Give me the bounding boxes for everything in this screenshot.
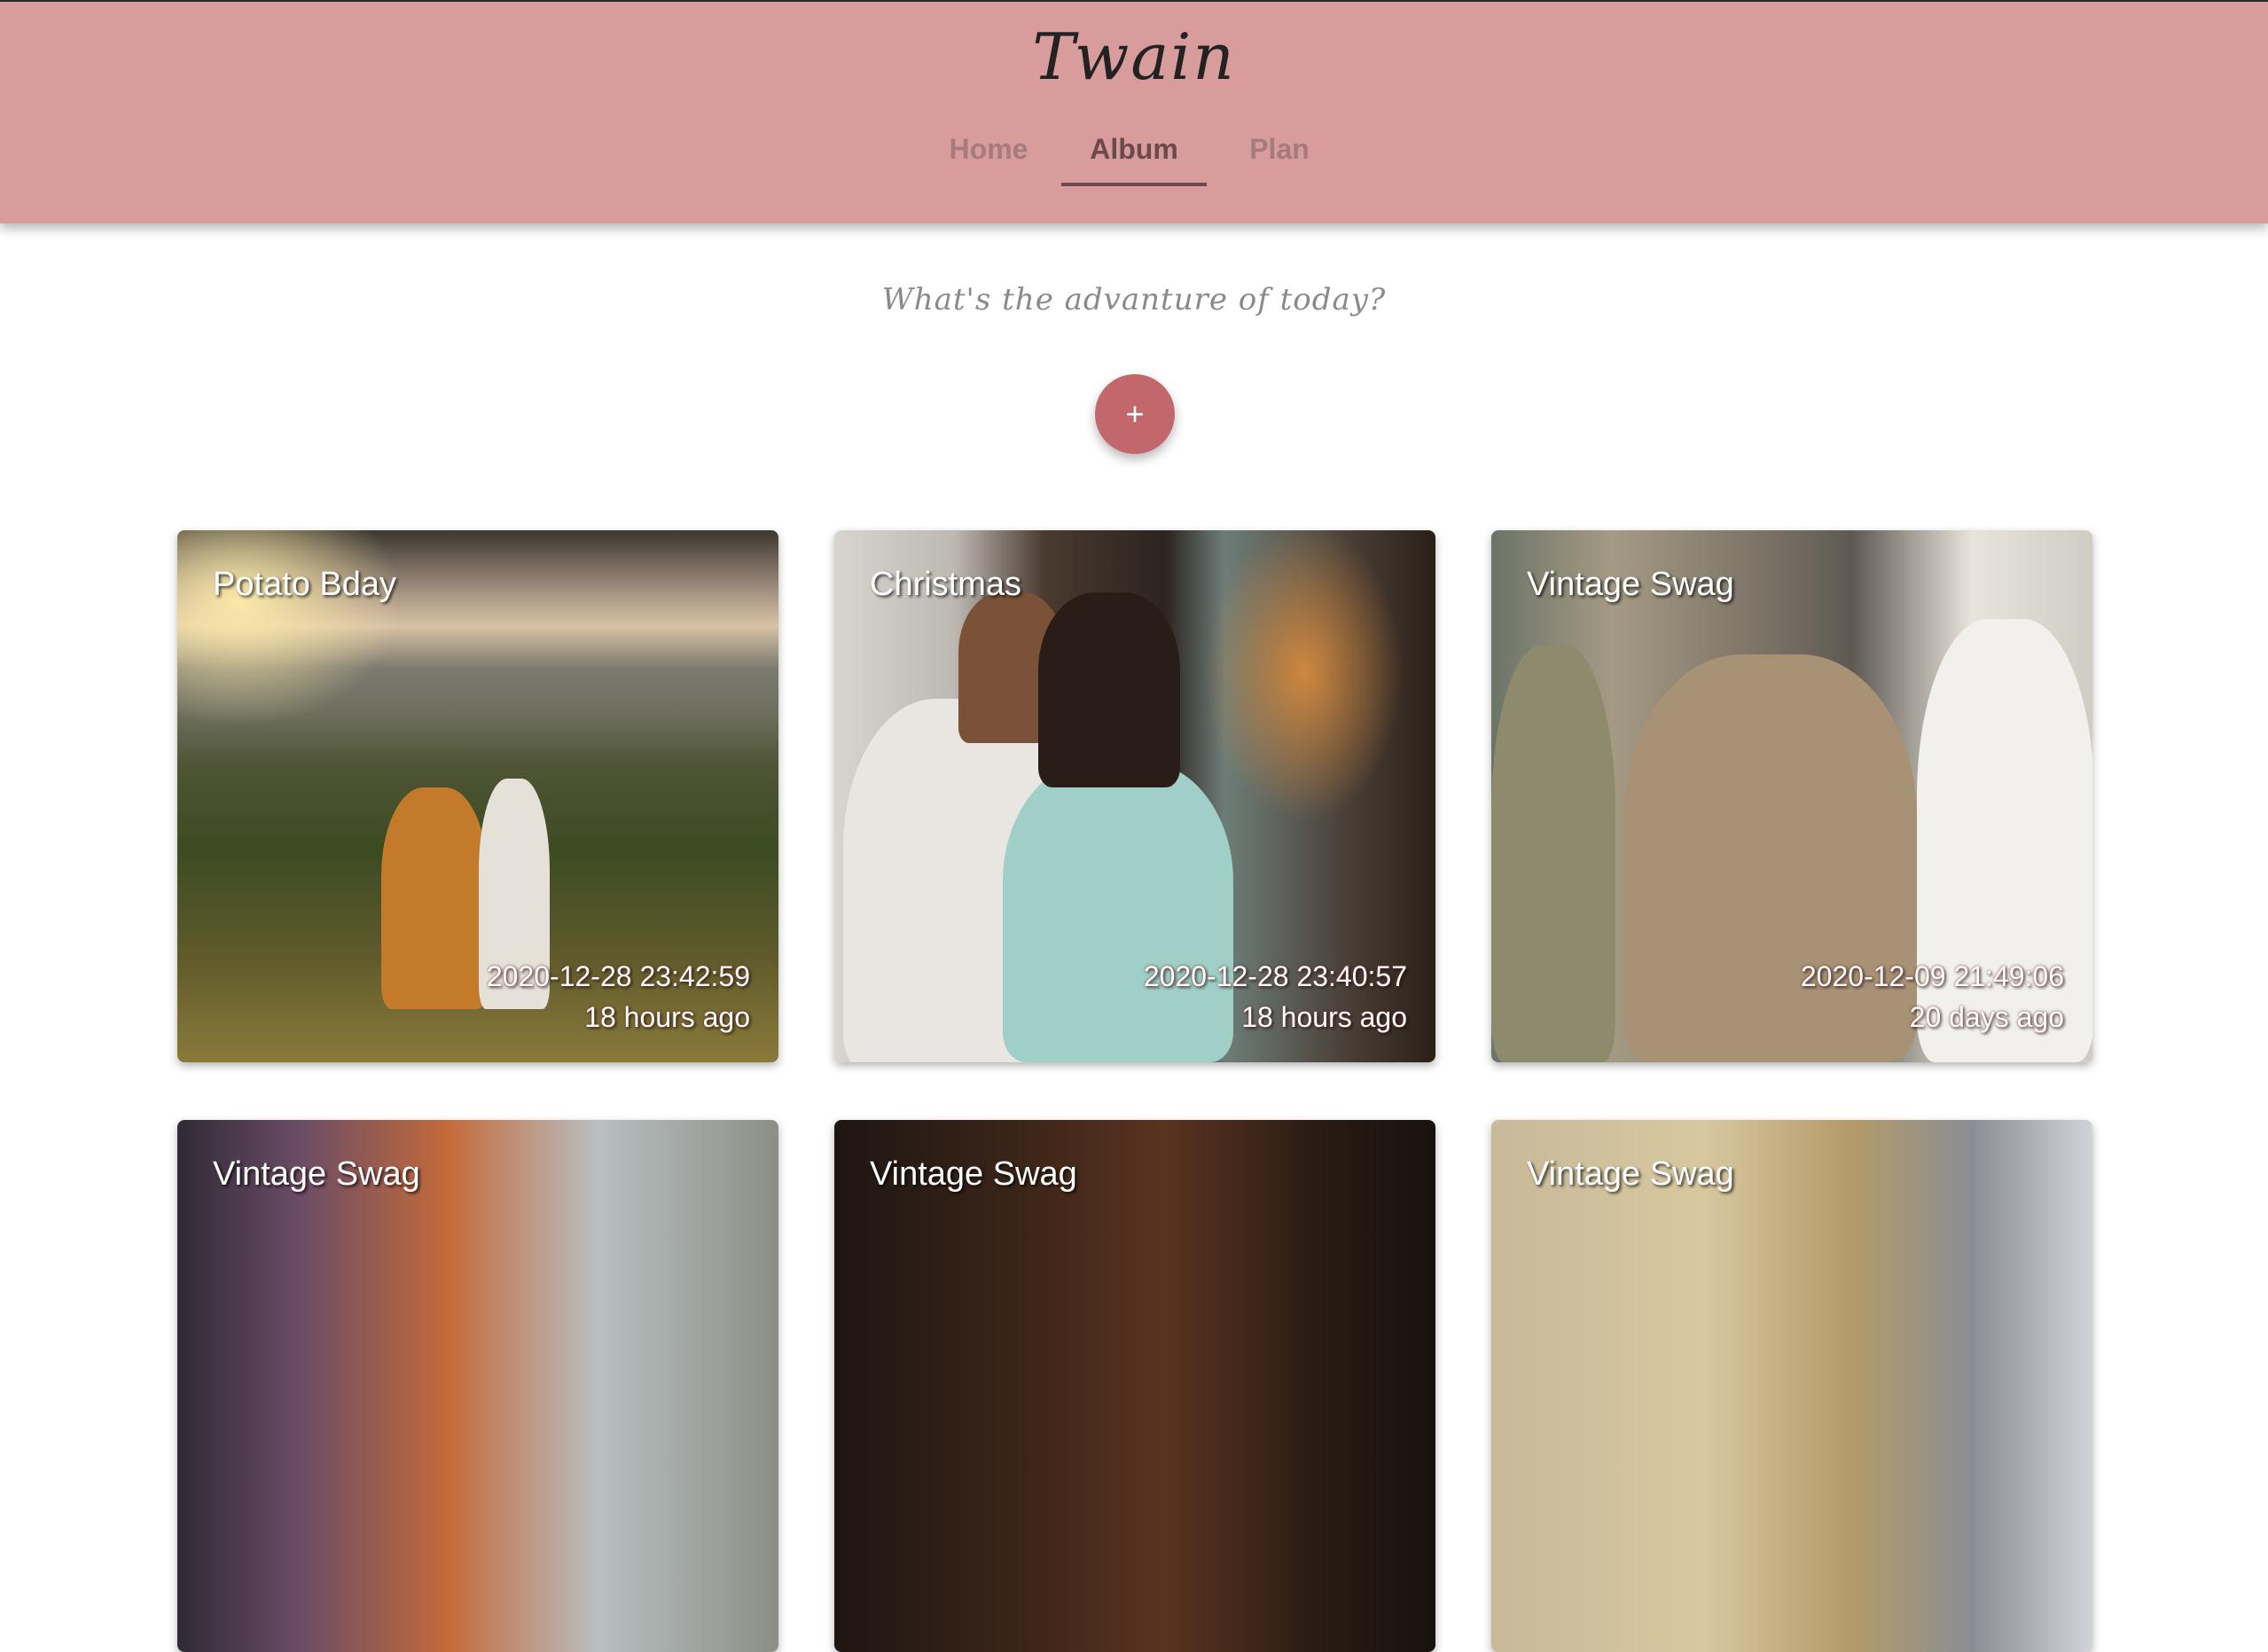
album-card[interactable]: Vintage Swag — [834, 1120, 1435, 1652]
brand-logo[interactable]: Twain — [0, 20, 2268, 94]
album-date: 2020-12-28 23:40:57 — [1143, 960, 1407, 992]
album-title: Vintage Swag — [1527, 1155, 1734, 1193]
album-card[interactable]: Potato Bday 2020-12-28 23:42:59 18 hours… — [177, 530, 778, 1062]
album-date: 2020-12-09 21:49:06 — [1800, 960, 2064, 992]
album-card[interactable]: Vintage Swag — [177, 1120, 778, 1652]
main-nav: Home Album Plan — [0, 124, 2268, 186]
tab-home[interactable]: Home — [916, 124, 1061, 186]
tab-plan[interactable]: Plan — [1207, 124, 1352, 186]
album-title: Vintage Swag — [870, 1155, 1077, 1193]
album-card[interactable]: Christmas 2020-12-28 23:40:57 18 hours a… — [834, 530, 1435, 1062]
album-cover-image — [177, 1120, 778, 1652]
album-title: Potato Bday — [213, 566, 397, 603]
add-album-button[interactable]: + — [1095, 374, 1175, 454]
app-header: Twain Home Album Plan — [0, 2, 2268, 223]
album-relative-time: 18 hours ago — [584, 1001, 750, 1033]
album-card[interactable]: Vintage Swag — [1491, 1120, 2092, 1652]
page-prompt: What's the advanture of today? — [881, 282, 1387, 317]
plus-icon: + — [1125, 395, 1145, 432]
album-relative-time: 20 days ago — [1909, 1001, 2064, 1033]
album-title: Vintage Swag — [213, 1155, 420, 1193]
album-relative-time: 18 hours ago — [1241, 1001, 1407, 1033]
album-title: Vintage Swag — [1527, 566, 1734, 603]
album-card[interactable]: Vintage Swag 2020-12-09 21:49:06 20 days… — [1491, 530, 2092, 1062]
album-date: 2020-12-28 23:42:59 — [486, 960, 750, 992]
album-title: Christmas — [870, 566, 1022, 603]
album-cover-image — [834, 1120, 1435, 1652]
album-cover-image — [1491, 1120, 2092, 1652]
tab-album[interactable]: Album — [1061, 124, 1207, 186]
